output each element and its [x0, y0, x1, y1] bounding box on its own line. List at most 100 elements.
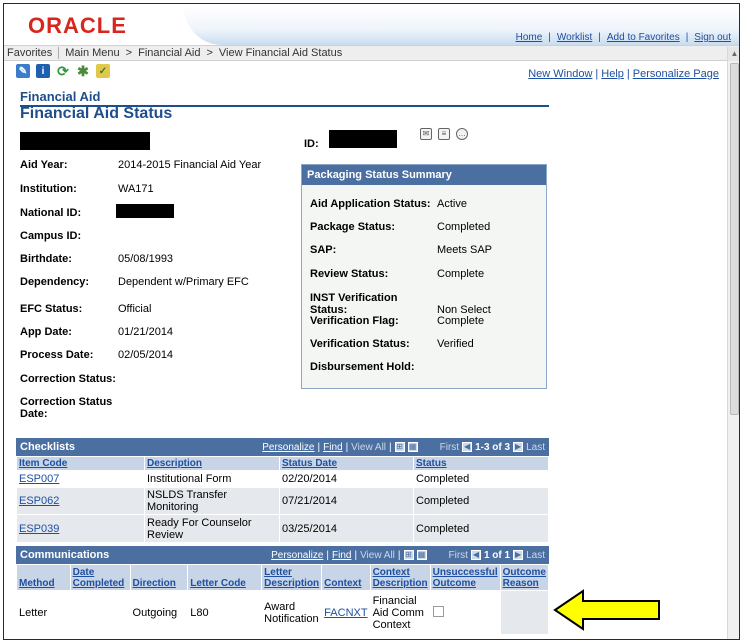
breadcrumb-financial-aid[interactable]: Financial Aid: [138, 47, 200, 59]
refresh-icon[interactable]: ⟳: [56, 63, 70, 79]
item-code-link[interactable]: ESP062: [19, 495, 59, 507]
table-row: ESP007 Institutional Form 02/20/2014 Com…: [16, 470, 549, 488]
section-title: Financial Aid: [20, 89, 101, 104]
column-header-outcome-reason[interactable]: Outcome Reason: [499, 564, 550, 591]
column-header-item-code[interactable]: Item Code: [16, 456, 145, 471]
pkg-label: Verification Status:: [310, 338, 410, 350]
national-id-label: National ID:: [20, 207, 82, 219]
table-cell: Ready For Counselor Review: [144, 514, 280, 543]
previous-arrow-icon[interactable]: ◀: [470, 550, 481, 560]
column-header-letter-description[interactable]: Letter Description: [261, 564, 323, 591]
checklists-grid-header: Checklists Personalize | Find | View All…: [16, 438, 549, 456]
personalize-link[interactable]: Personalize: [271, 550, 323, 561]
pkg-label: INST Verification Status:: [310, 292, 398, 316]
checklists-title: Checklists: [20, 441, 76, 453]
column-header-context-description[interactable]: Context Description: [369, 564, 431, 591]
gear-icon[interactable]: ✱: [76, 63, 90, 79]
column-header-date-completed[interactable]: Date Completed: [69, 564, 131, 591]
item-code-link[interactable]: ESP007: [19, 473, 59, 485]
envelope-icon[interactable]: ✉: [420, 128, 432, 140]
comment-icon[interactable]: …: [456, 128, 468, 140]
row-range: 1-3 of 3: [475, 441, 511, 453]
home-link[interactable]: Home: [516, 32, 543, 43]
new-window-link[interactable]: New Window: [528, 68, 592, 80]
id-label: ID:: [304, 138, 319, 150]
vertical-scrollbar[interactable]: ▲: [727, 47, 739, 639]
next-arrow-icon[interactable]: ▶: [513, 550, 524, 560]
table-row: ESP062 NSLDS Transfer Monitoring 07/21/2…: [16, 487, 549, 515]
separator: |: [317, 441, 321, 453]
table-cell: Letter: [16, 590, 71, 635]
column-header-status-date[interactable]: Status Date: [279, 456, 414, 471]
find-link[interactable]: Find: [323, 442, 342, 453]
table-row: Letter Outgoing L80 Award Notification F…: [16, 590, 550, 635]
communications-title: Communications: [20, 549, 110, 561]
breadcrumb-view-financial-aid-status: View Financial Aid Status: [218, 47, 343, 59]
separator: |: [397, 549, 401, 561]
chevron-right-icon: >: [206, 47, 213, 59]
breadcrumb-favorites[interactable]: Favorites: [7, 47, 52, 59]
view-all-link[interactable]: View All: [360, 550, 395, 561]
efc-status-value: Official: [118, 303, 152, 315]
column-header-context[interactable]: Context: [321, 564, 371, 591]
table-cell: Outgoing: [129, 590, 189, 635]
column-header-status[interactable]: Status: [413, 456, 549, 471]
notepad-icon[interactable]: ≡: [438, 128, 450, 140]
view-all-link[interactable]: View All: [351, 442, 386, 453]
table-cell: ESP062: [16, 487, 145, 515]
worklist-link[interactable]: Worklist: [557, 32, 592, 43]
next-arrow-icon[interactable]: ▶: [513, 442, 524, 452]
dependency-value: Dependent w/Primary EFC: [118, 276, 249, 288]
column-header-direction[interactable]: Direction: [129, 564, 189, 591]
info-icon[interactable]: i: [36, 64, 50, 78]
pen-icon[interactable]: ✎: [16, 64, 30, 78]
pkg-value: Meets SAP: [437, 244, 493, 256]
redacted-national-id: [116, 204, 174, 218]
pkg-value: Active: [437, 198, 467, 210]
checklists-grid-nav: Personalize | Find | View All | ⊞ ▦ Firs…: [262, 442, 545, 453]
find-link[interactable]: Find: [332, 550, 351, 561]
column-header-description[interactable]: Description: [144, 456, 280, 471]
table-row: ESP039 Ready For Counselor Review 03/25/…: [16, 514, 549, 543]
pkg-row: INST Verification Status: Non Select: [310, 292, 491, 316]
edit-page-icon[interactable]: ✓: [96, 64, 110, 78]
scroll-up-arrow-icon[interactable]: ▲: [728, 47, 739, 61]
table-cell: NSLDS Transfer Monitoring: [144, 487, 280, 515]
breadcrumb: Favorites Main Menu > Financial Aid > Vi…: [4, 45, 739, 61]
communications-grid-nav: Personalize | Find | View All | ⊞ ▦ Firs…: [271, 550, 545, 561]
breadcrumb-main-menu[interactable]: Main Menu: [65, 47, 119, 59]
separator: |: [345, 441, 349, 453]
column-header-letter-code[interactable]: Letter Code: [187, 564, 263, 591]
zoom-grid-icon[interactable]: ⊞: [403, 550, 414, 560]
personalize-page-link[interactable]: Personalize Page: [633, 68, 719, 80]
correction-status-date-label-line2: Date:: [20, 408, 48, 420]
sign-out-link[interactable]: Sign out: [694, 32, 731, 43]
app-window: ORACLE Home | Worklist | Add to Favorite…: [3, 3, 740, 640]
record-icons: ✉ ≡ …: [420, 128, 468, 140]
column-header-method[interactable]: Method: [16, 564, 71, 591]
page-links: New Window | Help | Personalize Page: [528, 68, 719, 80]
add-to-favorites-link[interactable]: Add to Favorites: [607, 32, 680, 43]
table-cell: Financial Aid Comm Context: [369, 590, 431, 635]
chevron-right-icon: >: [125, 47, 133, 59]
download-icon[interactable]: ▦: [416, 550, 427, 560]
zoom-grid-icon[interactable]: ⊞: [394, 442, 405, 452]
unsuccessful-outcome-checkbox[interactable]: [432, 605, 444, 617]
context-link[interactable]: FACNXT: [324, 607, 367, 619]
pkg-label: SAP:: [310, 244, 337, 256]
item-code-link[interactable]: ESP039: [19, 523, 59, 535]
download-icon[interactable]: ▦: [407, 442, 418, 452]
scroll-thumb[interactable]: [730, 63, 739, 415]
birthdate-value: 05/08/1993: [118, 253, 174, 265]
separator: |: [598, 32, 601, 43]
table-cell: Institutional Form: [144, 470, 280, 488]
previous-arrow-icon[interactable]: ◀: [462, 442, 473, 452]
pkg-row: Review Status: Complete: [310, 268, 484, 280]
pkg-label: Review Status:: [310, 268, 389, 280]
help-link[interactable]: Help: [601, 68, 624, 80]
separator: |: [626, 68, 630, 80]
personalize-link[interactable]: Personalize: [262, 442, 314, 453]
communications-grid-header: Communications Personalize | Find | View…: [16, 546, 549, 564]
page-title: Financial Aid Status: [20, 105, 173, 122]
column-header-unsuccessful-outcome[interactable]: Unsuccessful Outcome: [429, 564, 501, 591]
